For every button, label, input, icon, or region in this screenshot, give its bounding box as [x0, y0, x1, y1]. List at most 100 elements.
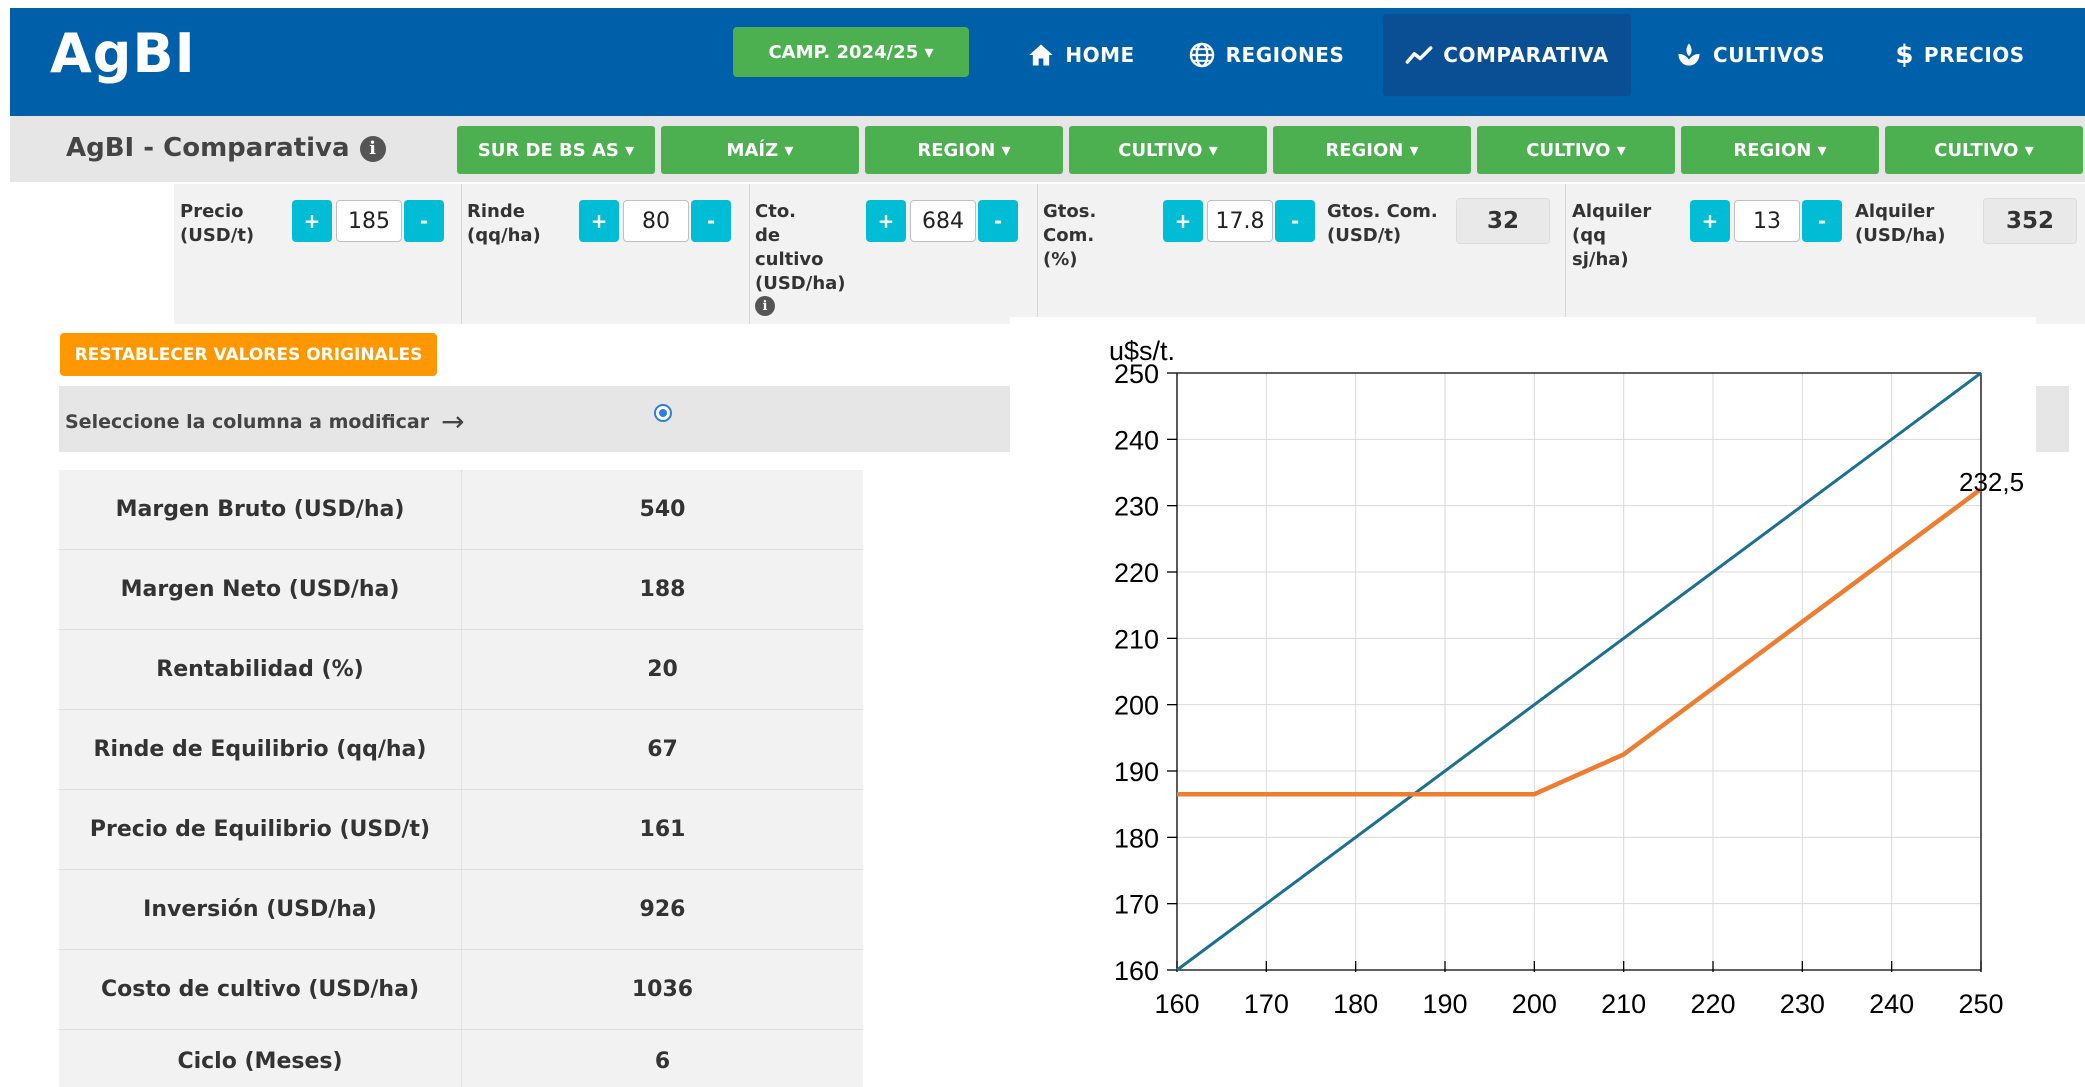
- row-value: 1036: [631, 977, 694, 1002]
- table-row: Ciclo (Meses) 6: [59, 1030, 863, 1087]
- globe-icon: [1189, 42, 1214, 68]
- rinde-label: Rinde (qq/ha): [467, 201, 541, 246]
- row-label: Margen Bruto (USD/ha): [59, 470, 462, 549]
- row-value: 161: [639, 817, 686, 842]
- row-value: 67: [647, 737, 678, 762]
- nav-comparativa-label: COMPARATIVA: [1443, 43, 1609, 67]
- rinde-minus-button[interactable]: -: [691, 200, 731, 242]
- row-label: Inversión (USD/ha): [59, 870, 462, 949]
- alquiler-qq-label: Alquiler (qq sj/ha): [1572, 201, 1652, 270]
- gtos-com-input[interactable]: 17.8: [1207, 200, 1273, 242]
- app-logo[interactable]: AgBI: [50, 22, 196, 85]
- table-row: Inversión (USD/ha) 926: [59, 870, 863, 950]
- row-label: Ciclo (Meses): [59, 1030, 462, 1087]
- trend-icon: [1405, 46, 1433, 64]
- rinde-plus-button[interactable]: +: [579, 200, 619, 242]
- column-radio[interactable]: [654, 404, 672, 422]
- y-tick-label: 190: [1114, 757, 1159, 787]
- table-row: Rinde de Equilibrio (qq/ha) 67: [59, 710, 863, 790]
- reset-button[interactable]: RESTABLECER VALORES ORIGINALES: [60, 333, 437, 376]
- row-value: 6: [654, 1049, 671, 1074]
- filter-cultivo-2[interactable]: CULTIVO ▾: [1069, 126, 1267, 174]
- x-tick-label: 210: [1601, 989, 1646, 1019]
- x-tick-label: 240: [1869, 989, 1914, 1019]
- gtos-com-usd-value: 32: [1456, 198, 1550, 244]
- filter-region-4[interactable]: REGION ▾: [1681, 126, 1879, 174]
- series-line-1: [1176, 371, 1982, 972]
- precio-minus-button[interactable]: -: [404, 200, 444, 242]
- alquiler-plus-button[interactable]: +: [1690, 200, 1730, 242]
- filter-cultivo-3[interactable]: CULTIVO ▾: [1477, 126, 1675, 174]
- table-row: Costo de cultivo (USD/ha) 1036: [59, 950, 863, 1030]
- y-tick-label: 210: [1114, 624, 1159, 654]
- y-tick-label: 220: [1114, 558, 1159, 588]
- row-value: 188: [639, 577, 686, 602]
- nav-cultivos[interactable]: CULTIVOS: [1666, 14, 1834, 96]
- plant-icon: [1678, 43, 1700, 66]
- y-tick-label: 230: [1114, 492, 1159, 522]
- row-value: 20: [647, 657, 678, 682]
- alquiler-usd-value: 352: [1983, 198, 2077, 244]
- gtos-com-pct-label: Gtos. Com. (%): [1043, 201, 1097, 270]
- filter-region-2[interactable]: REGION ▾: [865, 126, 1063, 174]
- filter-region-3[interactable]: REGION ▾: [1273, 126, 1471, 174]
- row-label: Rentabilidad (%): [59, 630, 462, 709]
- gtos-com-usd-label: Gtos. Com. (USD/t): [1327, 201, 1438, 246]
- nav-precios-label: PRECIOS: [1923, 43, 2025, 67]
- x-tick-label: 170: [1244, 989, 1289, 1019]
- x-tick-label: 160: [1154, 989, 1199, 1019]
- rinde-input[interactable]: 80: [623, 200, 689, 242]
- costo-input[interactable]: 684: [910, 200, 976, 242]
- nav-regiones[interactable]: REGIONES: [1180, 14, 1352, 96]
- page-title: AgBI - Comparativa i: [66, 133, 386, 163]
- y-axis-label: u$s/t.: [1109, 336, 1175, 366]
- costo-info-icon[interactable]: i: [755, 296, 775, 316]
- alquiler-minus-button[interactable]: -: [1802, 200, 1842, 242]
- y-tick-label: 160: [1114, 956, 1159, 986]
- table-row: Precio de Equilibrio (USD/t) 161: [59, 790, 863, 870]
- table-row: Margen Neto (USD/ha) 188: [59, 550, 863, 630]
- divider: [749, 184, 750, 324]
- info-icon[interactable]: i: [359, 135, 386, 162]
- gtos-com-minus-button[interactable]: -: [1275, 200, 1315, 242]
- filter-cultivo-4[interactable]: CULTIVO ▾: [1885, 126, 2083, 174]
- y-tick-label: 240: [1114, 425, 1159, 455]
- nav-home[interactable]: HOME: [1006, 14, 1156, 96]
- y-tick-label: 170: [1114, 890, 1159, 920]
- nav-precios[interactable]: $ PRECIOS: [1880, 14, 2040, 96]
- divider: [461, 184, 462, 324]
- divider: [1037, 184, 1038, 324]
- filter-cultivo-1[interactable]: MAÍZ ▾: [661, 126, 859, 174]
- table-row: Margen Bruto (USD/ha) 540: [59, 470, 863, 550]
- filter-region-1[interactable]: SUR DE BS AS ▾: [457, 126, 655, 174]
- nav-comparativa[interactable]: COMPARATIVA: [1383, 14, 1631, 96]
- alquiler-input[interactable]: 13: [1734, 200, 1800, 242]
- nav-home-label: HOME: [1065, 43, 1135, 67]
- row-label: Precio de Equilibrio (USD/t): [59, 790, 462, 869]
- table-row: Rentabilidad (%) 20: [59, 630, 863, 710]
- divider: [1565, 184, 1566, 324]
- data-label: 232,5: [1959, 467, 2024, 497]
- gtos-com-plus-button[interactable]: +: [1163, 200, 1203, 242]
- y-tick-label: 180: [1114, 823, 1159, 853]
- results-table: Margen Bruto (USD/ha) 540 Margen Neto (US…: [59, 470, 863, 1087]
- x-tick-label: 230: [1780, 989, 1825, 1019]
- y-tick-label: 200: [1114, 691, 1159, 721]
- row-value: 926: [639, 897, 686, 922]
- costo-minus-button[interactable]: -: [978, 200, 1018, 242]
- row-label: Costo de cultivo (USD/ha): [59, 950, 462, 1029]
- costo-plus-button[interactable]: +: [866, 200, 906, 242]
- precio-plus-button[interactable]: +: [292, 200, 332, 242]
- x-tick-label: 200: [1512, 989, 1557, 1019]
- column-select-label: Seleccione la columna a modificar →: [65, 405, 465, 438]
- campaign-dropdown[interactable]: CAMP. 2024/25 ▾: [733, 27, 969, 77]
- alquiler-usd-label: Alquiler (USD/ha): [1855, 201, 1946, 246]
- nav-regiones-label: REGIONES: [1225, 43, 1345, 67]
- x-tick-label: 190: [1422, 989, 1467, 1019]
- row-value: 540: [639, 497, 686, 522]
- precio-input[interactable]: 185: [336, 200, 402, 242]
- home-icon: [1029, 44, 1054, 66]
- row-label: Rinde de Equilibrio (qq/ha): [59, 710, 462, 789]
- x-tick-label: 250: [1958, 989, 2003, 1019]
- costo-label: Cto. de cultivo (USD/ha): [755, 201, 846, 294]
